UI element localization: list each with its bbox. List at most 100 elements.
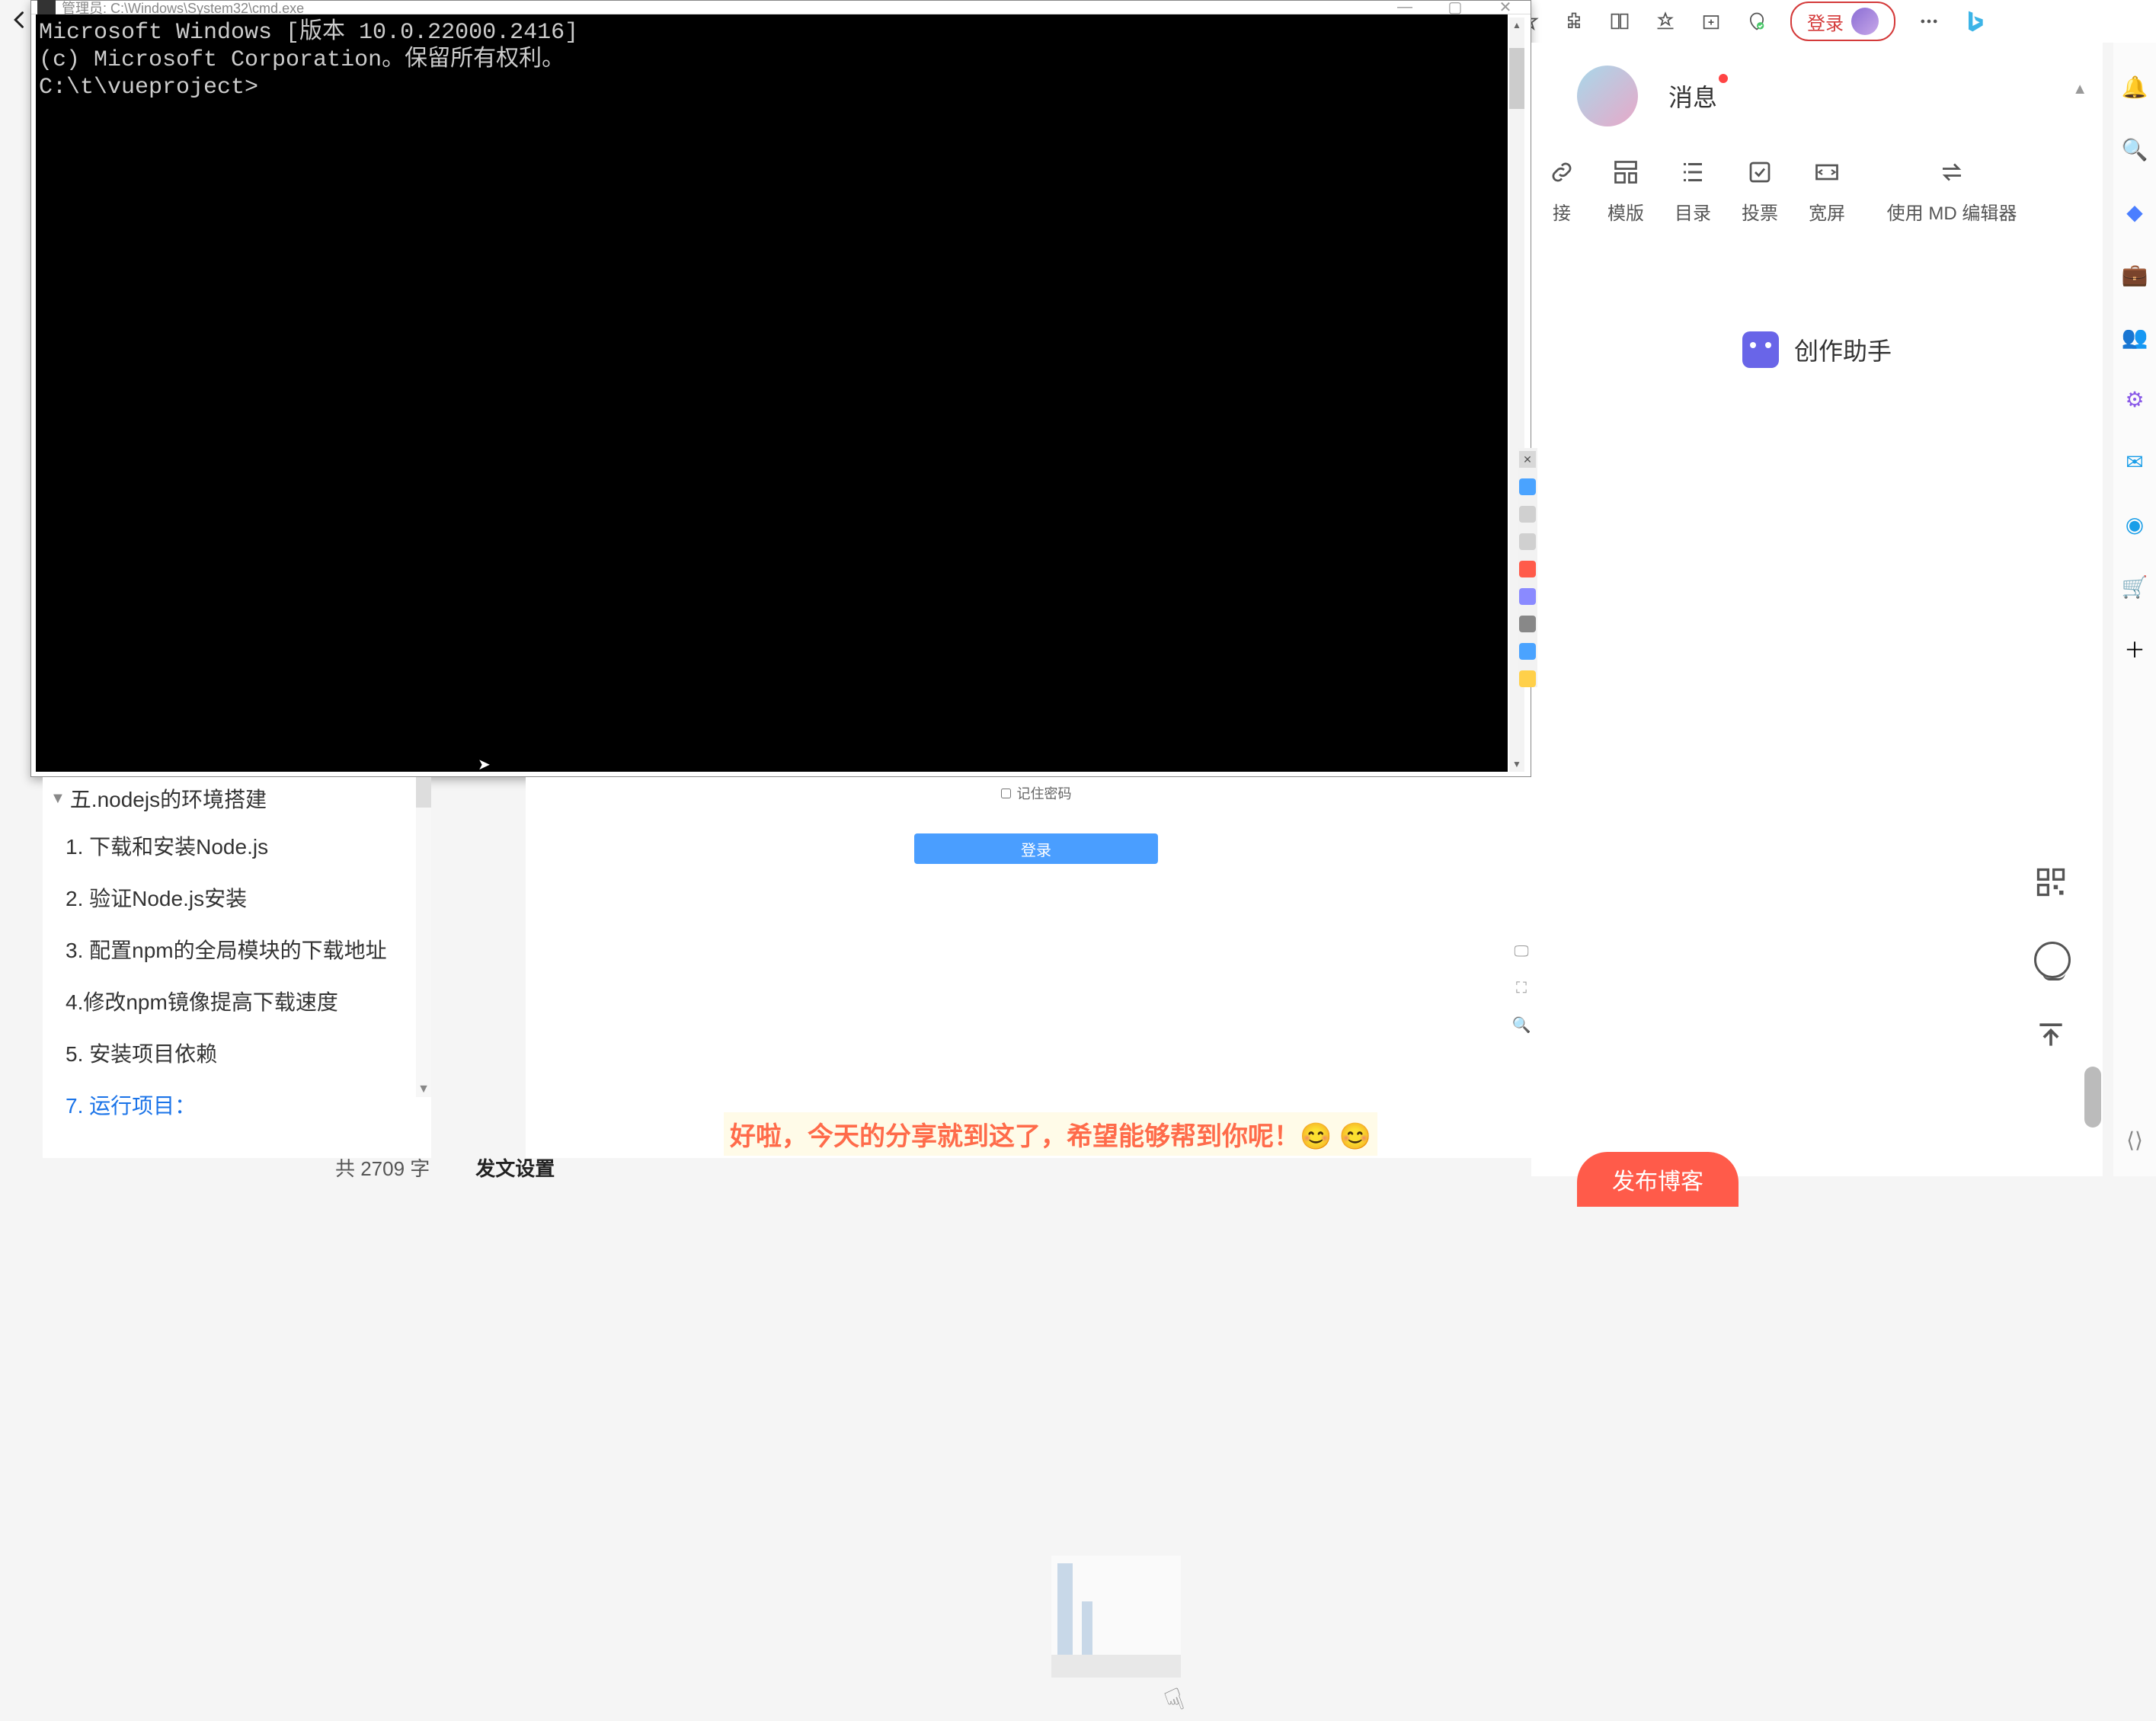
split-screen-icon[interactable]: [1607, 9, 1632, 34]
cmd-line: (c) Microsoft Corporation。保留所有权利。: [39, 46, 1505, 74]
cmd-window: 管理员: C:\Windows\System32\cmd.exe — ▢ ✕ M…: [30, 0, 1531, 777]
browser-sidebar: 🔔 🔍 ◆ 💼 👥 ⚙ ✉ ◉ 🛒 ＋ ⟨⟩: [2113, 43, 2156, 1176]
strip-icon[interactable]: [1519, 643, 1536, 660]
scroll-down-icon[interactable]: ▼: [416, 1082, 431, 1097]
outline-item[interactable]: 2. 验证Node.js安装: [43, 872, 431, 923]
writing-assistant-button[interactable]: 创作助手: [1531, 331, 2103, 368]
plus-icon[interactable]: ＋: [2121, 635, 2148, 663]
cmd-line: Microsoft Windows [版本 10.0.22000.2416]: [39, 19, 1505, 46]
search-icon[interactable]: 🔍: [2121, 136, 2148, 163]
outline-item[interactable]: 4.修改npm镜像提高下载速度: [43, 975, 431, 1027]
publish-button[interactable]: 发布博客: [1577, 1152, 1739, 1207]
tool-template[interactable]: 模版: [1607, 157, 1644, 225]
side-panel-header: 消息 ▲: [1531, 43, 2103, 149]
diamond-icon[interactable]: ◆: [2121, 198, 2148, 226]
toc-icon: [1678, 157, 1708, 187]
scrollbar-thumb[interactable]: [416, 777, 431, 808]
messages-link[interactable]: 消息: [1668, 78, 1717, 114]
widescreen-icon: [1812, 157, 1842, 187]
outline-item-active[interactable]: 7. 运行项目：: [43, 1079, 431, 1131]
browser-login-button[interactable]: 登录: [1790, 2, 1895, 41]
cmd-line: C:\t\vueproject>: [39, 74, 1505, 101]
scroll-top-icon[interactable]: [2034, 1018, 2068, 1051]
article-content: 记住密码 登录 ☟ 好啦，今天的分享就到这了，希望能够帮到你呢！😊 😊: [526, 777, 1531, 1158]
cmd-terminal[interactable]: Microsoft Windows [版本 10.0.22000.2416] (…: [36, 14, 1508, 772]
strip-icon[interactable]: [1519, 533, 1536, 550]
scrollbar-thumb[interactable]: [2084, 1067, 2101, 1128]
strip-icon[interactable]: [1519, 478, 1536, 495]
main-scrollbar[interactable]: [2084, 1067, 2101, 1173]
editor-footer: 共 2709 字 发文设置: [335, 1158, 1524, 1176]
outline-item[interactable]: 1. 下载和安装Node.js: [43, 820, 431, 872]
mouse-cursor-icon: ➤: [478, 757, 491, 776]
template-icon: [1611, 157, 1641, 187]
swap-icon: [1937, 157, 1967, 187]
more-icon[interactable]: [1917, 9, 1941, 34]
floating-controls: 🖵 ⛶ 🔍: [1512, 942, 1531, 1034]
browser-topbar: 登录: [1516, 0, 2156, 43]
expand-icon[interactable]: ⛶: [1512, 979, 1531, 997]
outline-panel: ▼ 五.nodejs的环境搭建 1. 下载和安装Node.js 2. 验证Nod…: [43, 777, 431, 1158]
strip-icon[interactable]: [1519, 506, 1536, 523]
login-button[interactable]: 登录: [914, 833, 1158, 864]
floating-icon-strip: ✕: [1518, 448, 1537, 687]
back-arrow-icon[interactable]: [6, 6, 34, 34]
zoom-plus-icon[interactable]: 🔍: [1512, 1016, 1531, 1034]
outline-header-text: 五.nodejs的环境搭建: [70, 783, 267, 814]
favorites-star-icon[interactable]: [1653, 9, 1678, 34]
word-count: 共 2709 字: [335, 1153, 430, 1182]
qr-code-icon[interactable]: [2034, 865, 2068, 899]
edge-icon[interactable]: ◉: [2121, 510, 2148, 538]
cart-icon[interactable]: 🛒: [2121, 573, 2148, 600]
outline-scrollbar[interactable]: ▼: [416, 777, 431, 1097]
vote-icon: [1745, 157, 1775, 187]
people-icon[interactable]: 👥: [2121, 323, 2148, 350]
code-bracket-icon[interactable]: ⟨⟩: [2121, 1126, 2148, 1153]
briefcase-icon[interactable]: 💼: [2121, 261, 2148, 288]
performance-icon[interactable]: [1745, 9, 1769, 34]
close-strip-icon[interactable]: ✕: [1519, 451, 1536, 468]
gear-icon[interactable]: ⚙: [2121, 385, 2148, 413]
collapse-up-icon[interactable]: ▲: [2072, 81, 2087, 98]
publish-settings-link[interactable]: 发文设置: [475, 1153, 555, 1182]
strip-icon[interactable]: [1519, 616, 1536, 632]
strip-icon[interactable]: [1519, 670, 1536, 687]
outline-item[interactable]: 5. 安装项目依赖: [43, 1027, 431, 1079]
editor-side-panel: 消息 ▲ 接 模版 目录 投票 宽屏 使用 MD 编辑器 创作助手: [1531, 43, 2103, 1176]
outline-item[interactable]: 3. 配置npm的全局模块的下载地址: [43, 923, 431, 975]
remember-password-row: 记住密码: [891, 783, 1181, 803]
caret-down-icon: ▼: [50, 790, 66, 808]
outline-section-header[interactable]: ▼ 五.nodejs的环境搭建: [43, 777, 431, 820]
profile-avatar-icon: [1851, 8, 1879, 35]
tool-toc[interactable]: 目录: [1675, 157, 1711, 225]
tool-widescreen[interactable]: 宽屏: [1809, 157, 1845, 225]
tool-vote[interactable]: 投票: [1742, 157, 1778, 225]
bell-icon[interactable]: 🔔: [2121, 73, 2148, 101]
cmd-titlebar[interactable]: 管理员: C:\Windows\System32\cmd.exe — ▢ ✕: [31, 1, 1531, 14]
tool-md-editor[interactable]: 使用 MD 编辑器: [1876, 157, 2028, 225]
collections-icon[interactable]: [1699, 9, 1723, 34]
screenshot-preview: [1051, 1556, 1181, 1678]
bing-icon[interactable]: [1962, 9, 1987, 34]
robot-icon: [1742, 331, 1779, 368]
scrollbar-thumb[interactable]: [1509, 48, 1524, 109]
editor-toolbar: 接 模版 目录 投票 宽屏 使用 MD 编辑器: [1531, 149, 2103, 248]
scroll-down-icon[interactable]: ▼: [1509, 757, 1524, 772]
ending-message: 好啦，今天的分享就到这了，希望能够帮到你呢！😊 😊: [724, 1112, 1377, 1156]
remember-checkbox[interactable]: [1001, 789, 1011, 798]
extensions-icon[interactable]: [1562, 9, 1586, 34]
hand-pointer-icon: ☟: [1160, 1681, 1190, 1721]
login-form: 记住密码 登录: [891, 777, 1181, 864]
link-icon: [1547, 157, 1577, 187]
scroll-up-icon[interactable]: ▲: [1509, 18, 1524, 33]
assist-label: 创作助手: [1794, 332, 1892, 367]
monitor-icon[interactable]: 🖵: [1512, 942, 1531, 961]
user-avatar[interactable]: [1577, 66, 1638, 126]
tool-link[interactable]: 接: [1547, 157, 1577, 225]
login-label: 登录: [1807, 8, 1844, 35]
remember-label: 记住密码: [1017, 783, 1072, 803]
headset-help-icon[interactable]: [2034, 942, 2071, 978]
strip-icon[interactable]: [1519, 588, 1536, 605]
outlook-icon[interactable]: ✉: [2121, 448, 2148, 475]
strip-icon[interactable]: [1519, 561, 1536, 577]
